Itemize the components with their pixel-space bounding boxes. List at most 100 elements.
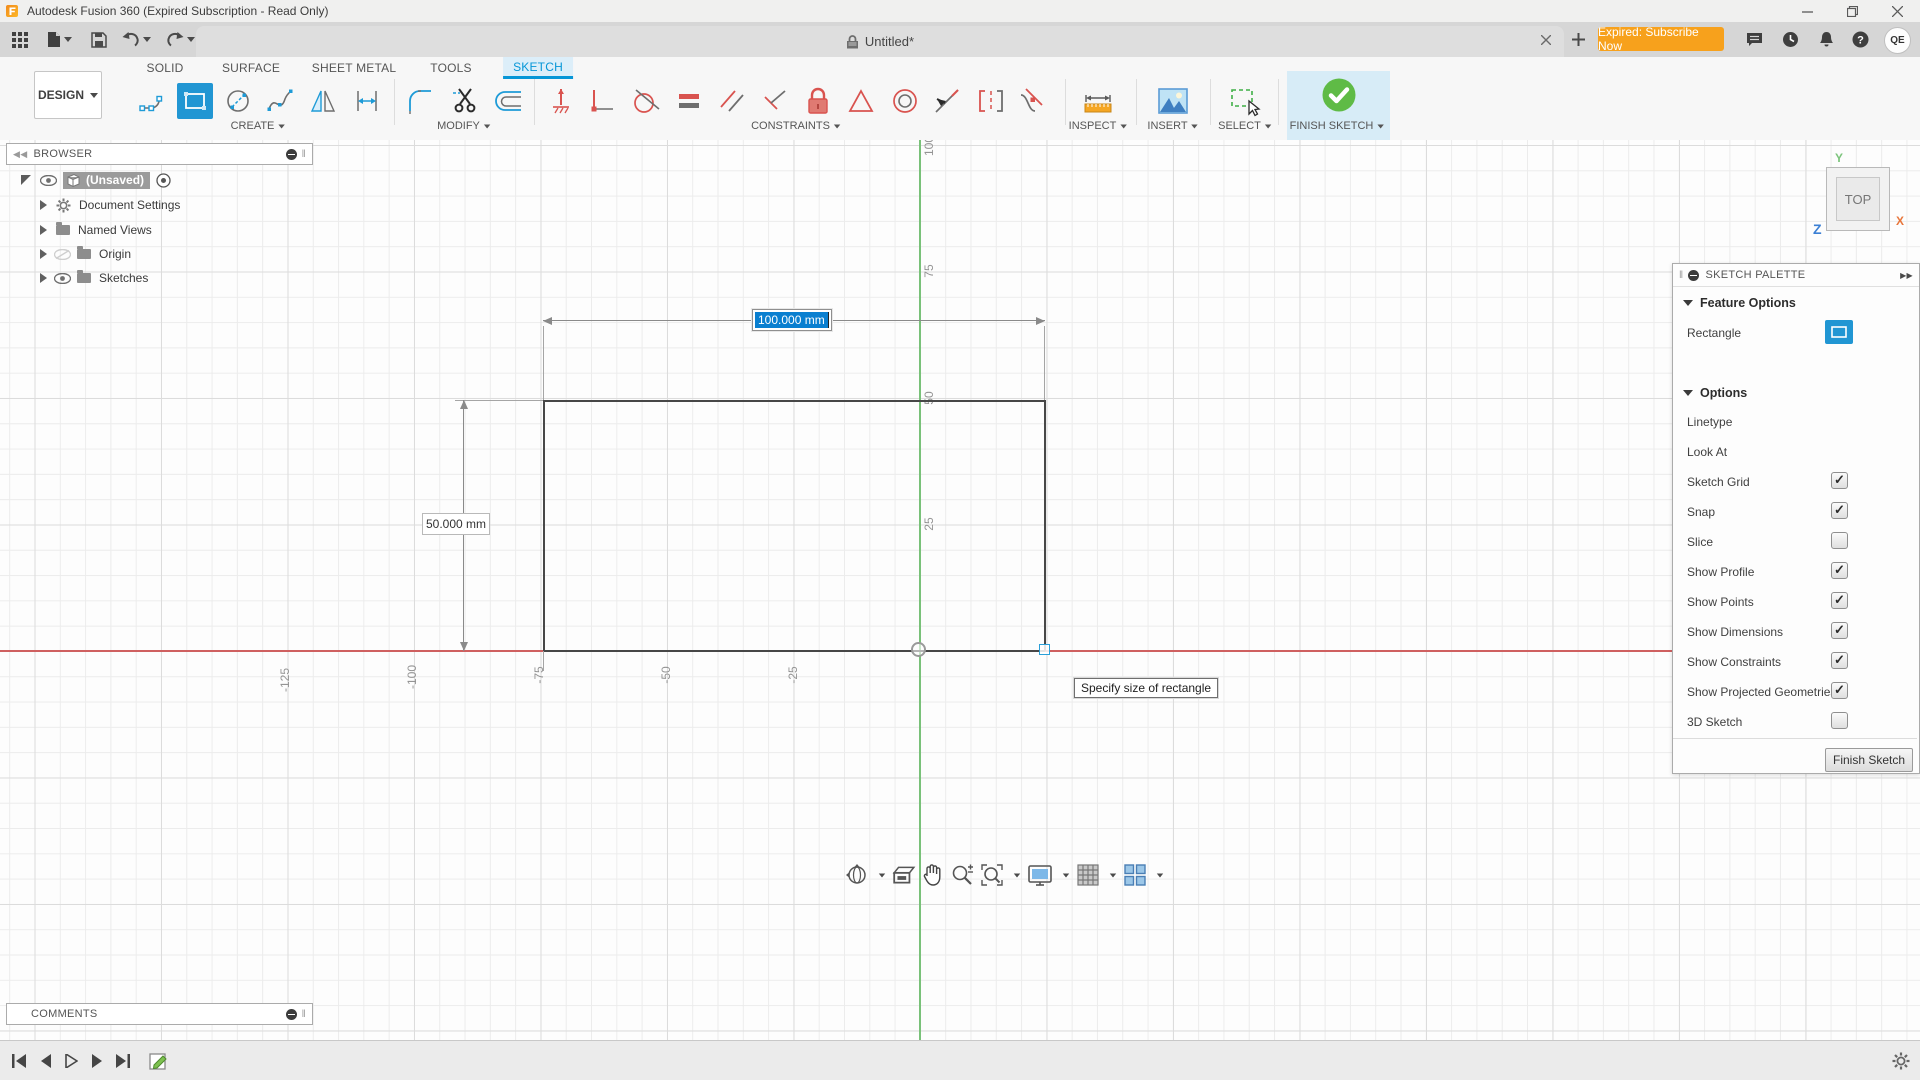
constraint-concentric-icon[interactable] [887, 83, 923, 119]
show-projected-geometries-checkbox[interactable] [1831, 682, 1848, 699]
close-button[interactable] [1875, 0, 1920, 22]
tab-close-icon[interactable] [1536, 22, 1556, 57]
group-create[interactable]: CREATE [231, 120, 286, 132]
browser-item-named-views[interactable]: Named Views [40, 220, 152, 240]
constraint-polygon-icon[interactable] [843, 83, 879, 119]
constraint-tangent-icon[interactable] [629, 83, 665, 119]
fillet-tool-icon[interactable] [403, 83, 439, 119]
spline-tool-icon[interactable] [262, 83, 298, 119]
sketch-canvas[interactable]: 100 75 50 25 -125 -100 -75 -50 -25 100.0… [0, 140, 1920, 1040]
comments-panel-header[interactable]: COMMENTS ‖ [6, 1003, 313, 1025]
constraint-horizontal-vertical-icon[interactable] [543, 83, 579, 119]
snap-checkbox[interactable] [1831, 502, 1848, 519]
grid-settings-icon[interactable] [1076, 863, 1100, 887]
slice-checkbox[interactable] [1831, 532, 1848, 549]
insert-image-icon[interactable] [1155, 83, 1191, 119]
sketch-rectangle-left-edge[interactable] [543, 400, 545, 651]
sketch-rectangle-bottom-edge[interactable] [543, 650, 1045, 652]
orbit-dropdown-caret[interactable] [878, 873, 886, 877]
undo-button[interactable] [118, 22, 154, 57]
feature-options-section[interactable]: Feature Options [1683, 296, 1796, 310]
viewcube-top-face[interactable]: TOP [1836, 177, 1880, 221]
help-icon[interactable]: ? [1848, 22, 1872, 57]
show-constraints-checkbox[interactable] [1831, 652, 1848, 669]
timeline-play-icon[interactable] [60, 1050, 82, 1072]
browser-item-document-settings[interactable]: Document Settings [40, 195, 180, 215]
browser-item-sketches[interactable]: Sketches [40, 268, 148, 288]
comments-feed-icon[interactable] [1742, 22, 1766, 57]
browser-panel-header[interactable]: ◀◀ BROWSER ‖ [6, 143, 313, 165]
tab-solid[interactable]: SOLID [136, 57, 193, 79]
collapse-left-icon[interactable]: ◀◀ [13, 149, 27, 160]
collapsed-caret-icon[interactable] [40, 273, 47, 283]
display-dropdown-caret[interactable] [1062, 873, 1070, 877]
grid-dropdown-caret[interactable] [1109, 873, 1117, 877]
line-tool-icon[interactable] [134, 83, 170, 119]
minimize-button[interactable] [1785, 0, 1830, 22]
timeline-step-forward-icon[interactable] [86, 1050, 108, 1072]
panel-dock-right-icon[interactable]: ▶▶ [1900, 271, 1913, 280]
tab-sketch[interactable]: SKETCH [503, 57, 573, 79]
options-section[interactable]: Options [1683, 386, 1747, 400]
pan-icon[interactable] [922, 863, 944, 887]
fit-icon[interactable] [980, 863, 1004, 887]
constraint-symmetry-icon[interactable] [973, 83, 1009, 119]
panel-collapse-icon[interactable] [1688, 269, 1700, 281]
collapsed-caret-icon[interactable] [40, 200, 47, 210]
measure-tool-icon[interactable] [1080, 83, 1116, 119]
mirror-tool-icon[interactable] [305, 83, 341, 119]
look-at-nav-icon[interactable] [892, 864, 916, 886]
visibility-hidden-eye-icon[interactable] [54, 248, 71, 260]
sketch-grid-checkbox[interactable] [1831, 472, 1848, 489]
panel-drag-handle[interactable]: ‖ [1679, 270, 1683, 281]
save-button[interactable] [88, 22, 110, 57]
collapsed-caret-icon[interactable] [40, 225, 47, 235]
tab-tools[interactable]: TOOLS [420, 57, 481, 79]
expanded-caret-icon[interactable] [20, 174, 32, 186]
activate-radio-icon[interactable] [156, 172, 171, 188]
group-inspect[interactable]: INSPECT [1069, 120, 1128, 132]
constraint-curvature-icon[interactable] [1014, 83, 1050, 119]
viewports-dropdown-caret[interactable] [1156, 873, 1164, 877]
offset-tool-icon[interactable] [490, 83, 526, 119]
visibility-eye-icon[interactable] [54, 272, 71, 284]
display-settings-icon[interactable] [1027, 863, 1053, 887]
constraint-parallel-icon[interactable] [714, 83, 750, 119]
timeline-go-to-start-icon[interactable] [8, 1050, 30, 1072]
sketch-dimension-tool-icon[interactable] [349, 83, 385, 119]
constraint-midpoint-icon[interactable] [929, 83, 965, 119]
notifications-bell-icon[interactable] [1814, 22, 1838, 57]
orbit-icon[interactable] [845, 863, 869, 887]
maximize-button[interactable] [1830, 0, 1875, 22]
file-menu-button[interactable] [42, 22, 76, 57]
sketch-rectangle-right-edge[interactable] [1044, 400, 1046, 651]
show-dimensions-checkbox[interactable] [1831, 622, 1848, 639]
group-finish-sketch[interactable]: FINISH SKETCH [1290, 120, 1385, 132]
timeline-go-to-end-icon[interactable] [112, 1050, 134, 1072]
job-status-clock-icon[interactable] [1778, 22, 1802, 57]
panel-collapse-icon[interactable] [285, 148, 297, 160]
origin-point[interactable] [911, 642, 926, 657]
trim-tool-icon[interactable] [447, 83, 483, 119]
constraint-coincident-icon[interactable] [584, 83, 620, 119]
user-avatar[interactable]: QE [1884, 27, 1911, 54]
select-tool-icon[interactable] [1227, 83, 1263, 119]
show-points-checkbox[interactable] [1831, 592, 1848, 609]
zoom-icon[interactable] [950, 863, 974, 887]
app-grid-menu-icon[interactable] [8, 22, 32, 57]
constraint-perpendicular-icon[interactable] [757, 83, 793, 119]
tab-sheet-metal[interactable]: SHEET METAL [302, 57, 406, 79]
sketch-rectangle-top-edge[interactable] [543, 400, 1045, 402]
viewcube[interactable]: TOP [1826, 167, 1890, 231]
workspace-switcher[interactable]: DESIGN [34, 71, 102, 119]
constraint-fix-lock-icon[interactable] [800, 83, 836, 119]
finish-sketch-palette-button[interactable]: Finish Sketch [1825, 748, 1913, 772]
viewports-icon[interactable] [1123, 863, 1147, 887]
sketch-palette-header[interactable]: ‖ SKETCH PALETTE ▶▶ [1673, 264, 1919, 287]
timeline-sketch-feature[interactable] [146, 1050, 172, 1072]
panel-resize-handle[interactable]: ‖ [302, 149, 306, 160]
browser-item-origin[interactable]: Origin [40, 244, 131, 264]
panel-collapse-icon[interactable] [285, 1008, 297, 1020]
tab-surface[interactable]: SURFACE [212, 57, 290, 79]
width-dimension-input[interactable]: 100.000 mm [752, 309, 832, 331]
